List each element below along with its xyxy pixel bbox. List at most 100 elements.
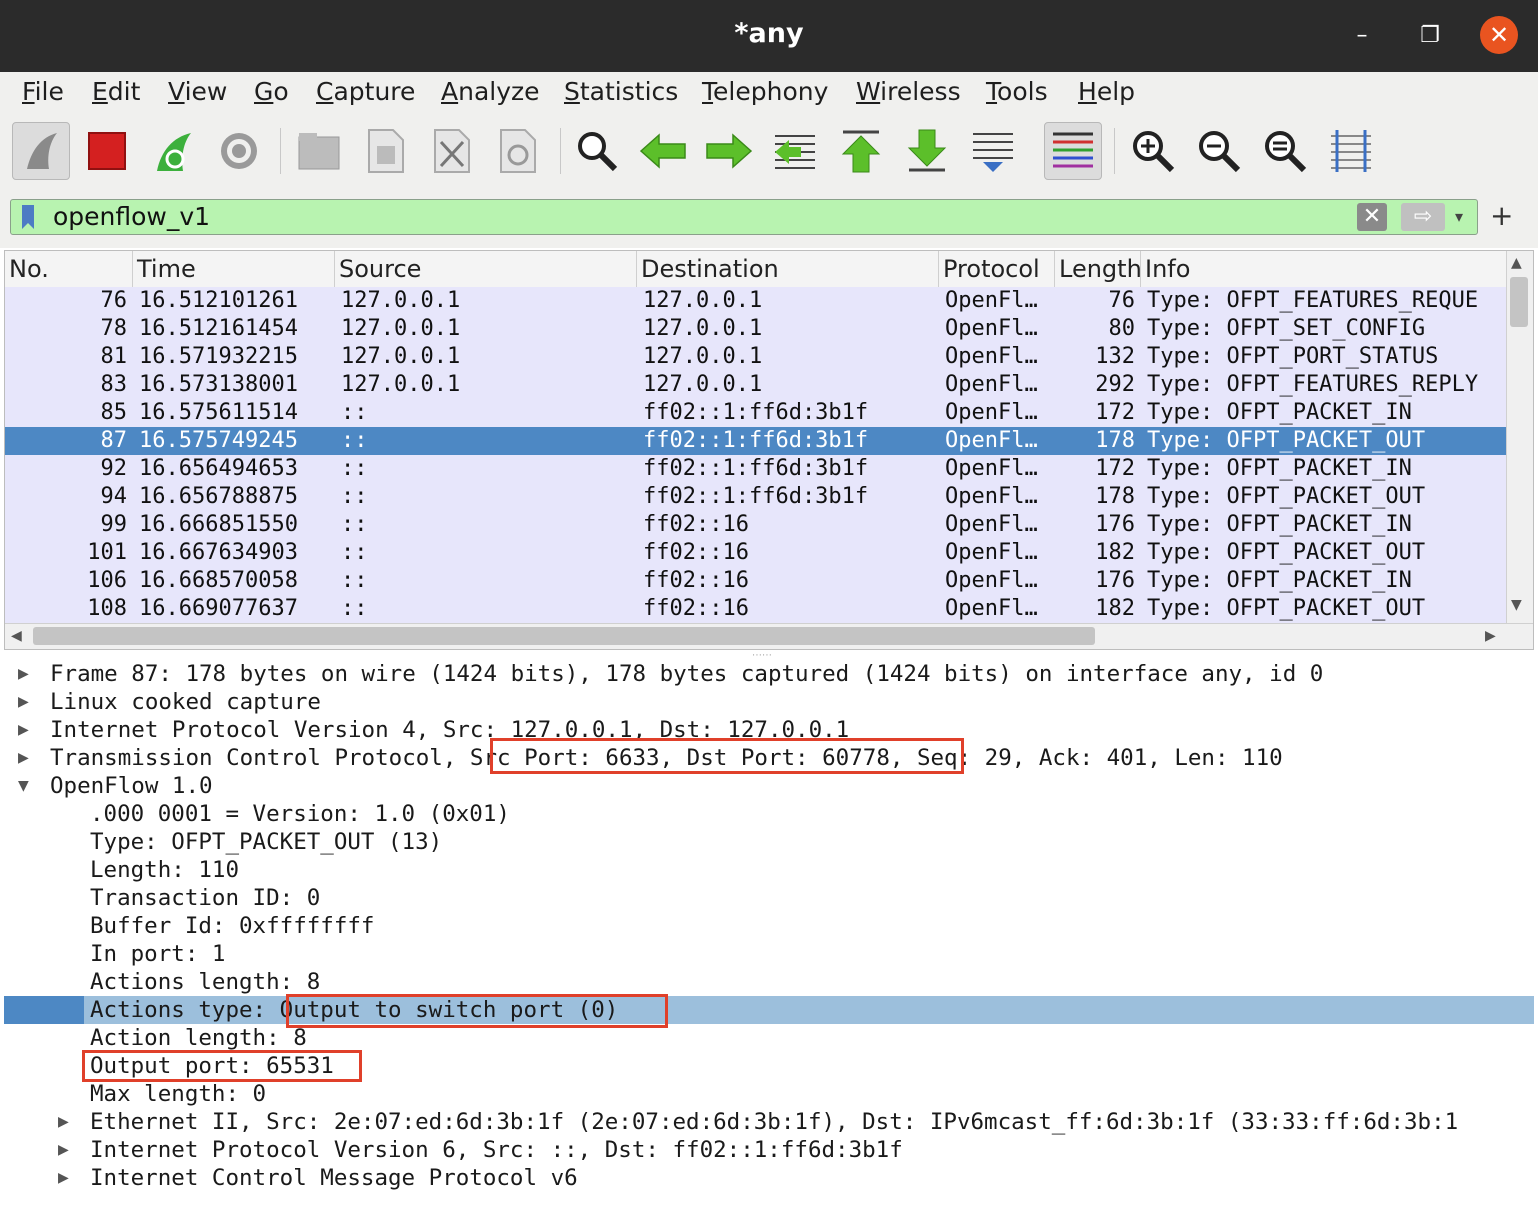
zoom-out-icon[interactable] [1190, 122, 1248, 180]
reload-file-icon[interactable] [488, 122, 546, 180]
chevron-down-icon[interactable]: ▾ [1455, 204, 1475, 230]
detail-row[interactable]: ▶ Internet Protocol Version 6, Src: ::, D… [4, 1136, 1534, 1164]
autoscroll-icon[interactable] [964, 122, 1022, 180]
expand-right-icon[interactable]: ▶ [58, 1115, 72, 1129]
detail-row[interactable]: Actions type: Output to switch port (0) [4, 996, 1534, 1024]
expand-right-icon[interactable]: ▶ [18, 667, 32, 681]
zoom-normal-icon[interactable] [1256, 122, 1314, 180]
packet-list[interactable]: No. Time Source Destination Protocol Len… [4, 250, 1534, 650]
detail-row[interactable]: Length: 110 [4, 856, 1534, 884]
column-time[interactable]: Time [133, 251, 335, 287]
close-button[interactable]: ✕ [1480, 16, 1518, 54]
expand-right-icon[interactable]: ▶ [18, 723, 32, 737]
detail-row[interactable]: Action length: 8 [4, 1024, 1534, 1052]
horizontal-scroll-thumb[interactable] [33, 627, 1095, 645]
bookmark-icon[interactable] [15, 204, 41, 230]
menu-file[interactable]: File [22, 77, 64, 106]
apply-filter-icon[interactable]: ⇨ [1401, 203, 1445, 231]
menu-help[interactable]: Help [1078, 77, 1135, 106]
detail-row[interactable]: Type: OFPT_PACKET_OUT (13) [4, 828, 1534, 856]
save-file-icon[interactable] [356, 122, 414, 180]
detail-row[interactable]: ▶ Ethernet II, Src: 2e:07:ed:6d:3b:1f (2e… [4, 1108, 1534, 1136]
scroll-thumb[interactable] [1510, 277, 1528, 327]
restore-button[interactable]: ❐ [1412, 18, 1448, 54]
column-protocol[interactable]: Protocol [939, 251, 1055, 287]
colorize-icon[interactable] [1044, 122, 1102, 180]
table-row[interactable]: 81 16.571932215 127.0.0.1 127.0.0.1 OpenFl… 1… [5, 343, 1507, 371]
zoom-in-icon[interactable] [1124, 122, 1182, 180]
column-destination[interactable]: Destination [637, 251, 939, 287]
table-row[interactable]: 76 16.512101261 127.0.0.1 127.0.0.1 OpenFl… 7… [5, 287, 1507, 315]
menu-telephony[interactable]: Telephony [702, 77, 828, 106]
table-row[interactable]: 87 16.575749245:: ff02::1:ff6d:3b1f OpenFl…… [5, 427, 1507, 455]
scroll-up-icon[interactable]: ▲ [1511, 255, 1522, 271]
find-packet-icon[interactable] [568, 122, 626, 180]
shark-fin-start-icon[interactable] [12, 122, 70, 180]
go-last-icon[interactable] [898, 122, 956, 180]
go-back-icon[interactable] [634, 122, 692, 180]
detail-row[interactable]: ▶ Internet Control Message Protocol v6 [4, 1164, 1534, 1192]
packet-list-vertical-scrollbar[interactable]: ▲ ▼ [1506, 251, 1533, 623]
menu-capture[interactable]: Capture [316, 77, 415, 106]
detail-row[interactable]: Max length: 0 [4, 1080, 1534, 1108]
go-first-icon[interactable] [832, 122, 890, 180]
table-row[interactable]: 99 16.666851550:: ff02::16 OpenFl… 176 Type: … [5, 511, 1507, 539]
open-file-icon[interactable] [290, 122, 348, 180]
pane-splitter[interactable]: ⋯⋯ [752, 650, 788, 661]
table-row[interactable]: 106 16.668570058:: ff02::16 OpenFl… 176 Type:… [5, 567, 1507, 595]
detail-row[interactable]: ▶ Linux cooked capture [4, 688, 1534, 716]
cell-dst: 127.0.0.1 [643, 344, 763, 369]
minimize-button[interactable]: – [1344, 18, 1380, 54]
clear-filter-icon[interactable]: ✕ [1357, 203, 1387, 231]
menu-tools[interactable]: Tools [986, 77, 1048, 106]
column-length[interactable]: Length [1055, 251, 1141, 287]
detail-row[interactable]: Buffer Id: 0xffffffff [4, 912, 1534, 940]
restart-capture-icon[interactable] [144, 122, 202, 180]
close-file-icon[interactable] [422, 122, 480, 180]
expand-right-icon[interactable]: ▶ [18, 751, 32, 765]
detail-row[interactable]: ▼ OpenFlow 1.0 [4, 772, 1534, 800]
table-row[interactable]: 83 16.573138001 127.0.0.1 127.0.0.1 OpenFl… 2… [5, 371, 1507, 399]
display-filter-input[interactable]: openflow_v1 ✕ ⇨ ▾ [10, 199, 1478, 235]
expand-right-icon[interactable]: ▶ [58, 1171, 72, 1185]
scroll-right-icon[interactable]: ▶ [1485, 628, 1496, 644]
filter-text[interactable]: openflow_v1 [53, 202, 210, 231]
packet-list-horizontal-scrollbar[interactable]: ◀ ▶ [5, 623, 1533, 649]
expand-right-icon[interactable]: ▶ [18, 695, 32, 709]
table-row[interactable]: 78 16.512161454 127.0.0.1 127.0.0.1 OpenFl… 8… [5, 315, 1507, 343]
go-to-packet-icon[interactable] [766, 122, 824, 180]
menu-go[interactable]: Go [254, 77, 289, 106]
table-row[interactable]: 85 16.575611514:: ff02::1:ff6d:3b1f OpenFl…… [5, 399, 1507, 427]
column-source[interactable]: Source [335, 251, 637, 287]
capture-options-icon[interactable] [210, 122, 268, 180]
detail-row[interactable]: ▶ Frame 87: 178 bytes on wire (1424 bits)… [4, 660, 1534, 688]
table-row[interactable]: 108 16.669077637:: ff02::16 OpenFl… 182 Type:… [5, 595, 1507, 623]
cell-time: 16.668570058 [139, 568, 298, 593]
column-no[interactable]: No. [5, 251, 133, 287]
table-row[interactable]: 94 16.656788875:: ff02::1:ff6d:3b1f OpenFl…… [5, 483, 1507, 511]
menu-wireless[interactable]: Wireless [856, 77, 961, 106]
scroll-down-icon[interactable]: ▼ [1511, 597, 1522, 613]
go-forward-icon[interactable] [700, 122, 758, 180]
menu-view[interactable]: View [168, 77, 227, 106]
resize-columns-icon[interactable] [1322, 122, 1380, 180]
add-filter-button[interactable]: + [1490, 199, 1513, 232]
expand-right-icon[interactable]: ▶ [58, 1143, 72, 1157]
detail-row[interactable]: Transaction ID: 0 [4, 884, 1534, 912]
menu-statistics[interactable]: Statistics [564, 77, 678, 106]
detail-row[interactable]: Actions length: 8 [4, 968, 1534, 996]
display-filter-bar: openflow_v1 ✕ ⇨ ▾ + [0, 188, 1538, 248]
cell-src: :: [341, 456, 368, 481]
table-row[interactable]: 92 16.656494653:: ff02::1:ff6d:3b1f OpenFl…… [5, 455, 1507, 483]
detail-row[interactable]: .000 0001 = Version: 1.0 (0x01) [4, 800, 1534, 828]
scroll-left-icon[interactable]: ◀ [11, 628, 22, 644]
stop-capture-icon[interactable] [78, 122, 136, 180]
cell-dst: ff02::16 [643, 596, 749, 621]
menu-edit[interactable]: Edit [92, 77, 140, 106]
detail-row[interactable]: In port: 1 [4, 940, 1534, 968]
table-row[interactable]: 101 16.667634903:: ff02::16 OpenFl… 182 Type:… [5, 539, 1507, 567]
column-info[interactable]: Info [1141, 251, 1507, 287]
menu-analyze[interactable]: Analyze [441, 77, 540, 106]
packet-details[interactable]: ▶ Frame 87: 178 bytes on wire (1424 bits)… [4, 660, 1534, 1222]
expand-down-icon[interactable]: ▼ [18, 779, 32, 793]
